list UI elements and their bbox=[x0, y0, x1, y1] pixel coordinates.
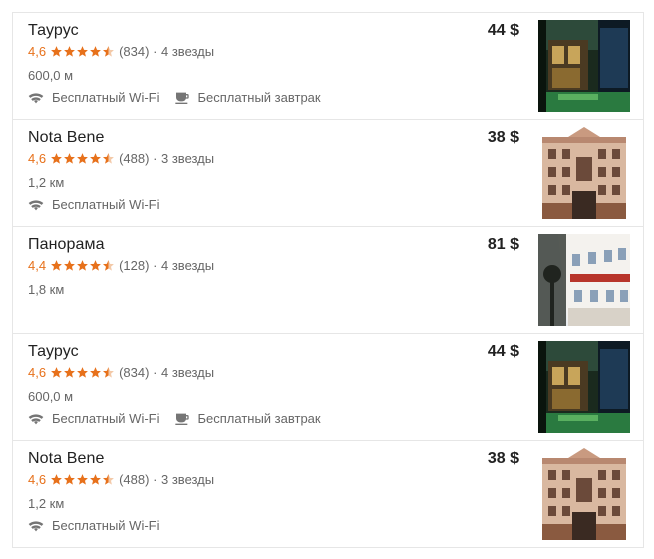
review-count[interactable]: (834) bbox=[119, 44, 149, 59]
price: 81 $ bbox=[487, 236, 519, 253]
distance: 1,2 км bbox=[28, 496, 65, 511]
hotel-photo[interactable] bbox=[538, 448, 630, 540]
rating-row: 4,6 (834) · 4 звезды bbox=[28, 365, 214, 380]
review-count[interactable]: (128) bbox=[119, 258, 149, 273]
hotel-card[interactable]: Панорама 4,4 (128) · 4 звезды 1,8 км 81 … bbox=[13, 227, 643, 334]
star-icon bbox=[77, 260, 88, 271]
amenity-wifi: Бесплатный Wi-Fi bbox=[28, 197, 160, 212]
hotel-class: · 3 звезды bbox=[153, 472, 215, 487]
wifi-icon bbox=[28, 92, 44, 103]
hotel-photo[interactable] bbox=[538, 234, 630, 326]
hotel-name[interactable]: Nota Bene bbox=[28, 450, 105, 468]
star-icon bbox=[51, 153, 62, 164]
review-count[interactable]: (834) bbox=[119, 365, 149, 380]
wifi-icon bbox=[28, 413, 44, 424]
price: 44 $ bbox=[487, 343, 519, 360]
coffee-cup-icon bbox=[174, 413, 189, 425]
hotel-card[interactable]: Nota Bene 4,6 (488) · 3 звезды 1,2 км Бе… bbox=[13, 441, 643, 548]
price: 38 $ bbox=[487, 450, 519, 467]
star-icon bbox=[90, 260, 101, 271]
rating-value: 4,6 bbox=[28, 365, 47, 380]
star-rating bbox=[50, 366, 115, 379]
star-rating bbox=[50, 45, 115, 58]
star-icon bbox=[90, 46, 101, 57]
amenities: Бесплатный Wi-Fi bbox=[28, 518, 174, 533]
amenities: Бесплатный Wi-Fi bbox=[28, 197, 174, 212]
hotel-name[interactable]: Nota Bene bbox=[28, 129, 105, 147]
wifi-label: Бесплатный Wi-Fi bbox=[52, 90, 160, 105]
wifi-label: Бесплатный Wi-Fi bbox=[52, 411, 160, 426]
star-rating bbox=[50, 152, 115, 165]
rating-row: 4,4 (128) · 4 звезды bbox=[28, 258, 214, 273]
hotel-name[interactable]: Таурус bbox=[28, 343, 79, 361]
star-icon bbox=[77, 153, 88, 164]
half-star-icon bbox=[103, 153, 114, 164]
hotel-list: Таурус 4,6 (834) · 4 звезды 600,0 м Бесп… bbox=[12, 12, 644, 548]
amenity-breakfast: Бесплатный завтрак bbox=[174, 90, 321, 105]
rating-value: 4,6 bbox=[28, 151, 47, 166]
star-icon bbox=[90, 153, 101, 164]
breakfast-label: Бесплатный завтрак bbox=[197, 90, 321, 105]
price: 44 $ bbox=[487, 22, 519, 39]
star-icon bbox=[64, 367, 75, 378]
distance: 600,0 м bbox=[28, 389, 74, 404]
star-icon bbox=[64, 46, 75, 57]
hotel-name[interactable]: Таурус bbox=[28, 22, 79, 40]
half-star-icon bbox=[103, 46, 114, 57]
rating-value: 4,6 bbox=[28, 472, 47, 487]
half-star-icon bbox=[103, 474, 114, 485]
star-icon bbox=[90, 367, 101, 378]
wifi-icon bbox=[28, 199, 44, 210]
star-icon bbox=[51, 474, 62, 485]
half-star-icon bbox=[103, 260, 114, 271]
star-icon bbox=[51, 46, 62, 57]
rating-row: 4,6 (834) · 4 звезды bbox=[28, 44, 214, 59]
star-icon bbox=[77, 46, 88, 57]
hotel-class: · 4 звезды bbox=[153, 44, 215, 59]
star-rating bbox=[50, 259, 115, 272]
wifi-icon bbox=[28, 520, 44, 531]
rating-row: 4,6 (488) · 3 звезды bbox=[28, 472, 214, 487]
star-icon bbox=[90, 474, 101, 485]
hotel-class: · 4 звезды bbox=[153, 258, 215, 273]
amenities: Бесплатный Wi-Fi Бесплатный завтрак bbox=[28, 411, 335, 426]
rating-row: 4,6 (488) · 3 звезды bbox=[28, 151, 214, 166]
breakfast-label: Бесплатный завтрак bbox=[197, 411, 321, 426]
star-icon bbox=[51, 367, 62, 378]
wifi-label: Бесплатный Wi-Fi bbox=[52, 518, 160, 533]
amenity-wifi: Бесплатный Wi-Fi bbox=[28, 411, 160, 426]
amenity-breakfast: Бесплатный завтрак bbox=[174, 411, 321, 426]
star-rating bbox=[50, 473, 115, 486]
hotel-photo[interactable] bbox=[538, 20, 630, 112]
hotel-photo[interactable] bbox=[538, 341, 630, 433]
review-count[interactable]: (488) bbox=[119, 472, 149, 487]
amenities: Бесплатный Wi-Fi Бесплатный завтрак bbox=[28, 90, 335, 105]
hotel-card[interactable]: Nota Bene 4,6 (488) · 3 звезды 1,2 км Бе… bbox=[13, 120, 643, 227]
coffee-cup-icon bbox=[174, 92, 189, 104]
amenity-wifi: Бесплатный Wi-Fi bbox=[28, 518, 160, 533]
distance: 1,2 км bbox=[28, 175, 65, 190]
hotel-class: · 4 звезды bbox=[153, 365, 215, 380]
hotel-card[interactable]: Таурус 4,6 (834) · 4 звезды 600,0 м Бесп… bbox=[13, 12, 643, 120]
rating-value: 4,4 bbox=[28, 258, 47, 273]
star-icon bbox=[64, 474, 75, 485]
review-count[interactable]: (488) bbox=[119, 151, 149, 166]
distance: 600,0 м bbox=[28, 68, 74, 83]
distance: 1,8 км bbox=[28, 282, 65, 297]
hotel-card[interactable]: Таурус 4,6 (834) · 4 звезды 600,0 м Бесп… bbox=[13, 334, 643, 441]
star-icon bbox=[64, 260, 75, 271]
hotel-photo[interactable] bbox=[538, 127, 630, 219]
rating-value: 4,6 bbox=[28, 44, 47, 59]
hotel-name[interactable]: Панорама bbox=[28, 236, 105, 254]
hotel-class: · 3 звезды bbox=[153, 151, 215, 166]
amenity-wifi: Бесплатный Wi-Fi bbox=[28, 90, 160, 105]
half-star-icon bbox=[103, 367, 114, 378]
star-icon bbox=[77, 367, 88, 378]
star-icon bbox=[64, 153, 75, 164]
star-icon bbox=[51, 260, 62, 271]
price: 38 $ bbox=[487, 129, 519, 146]
wifi-label: Бесплатный Wi-Fi bbox=[52, 197, 160, 212]
star-icon bbox=[77, 474, 88, 485]
